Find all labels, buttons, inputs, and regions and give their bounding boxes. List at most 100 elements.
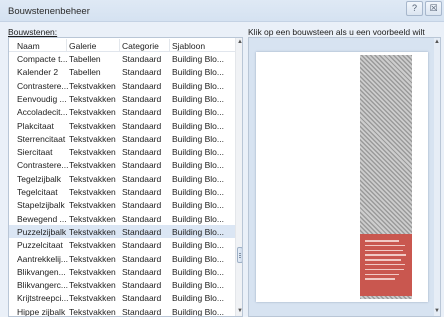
list-item[interactable]: Tegelzijbalk Tekstvakken Standaard Building… xyxy=(9,172,235,186)
list-item[interactable]: Kalender 2 Tabellen Standaard Building Blo.… xyxy=(9,65,235,79)
cell-category: Standaard xyxy=(122,187,162,197)
cell-gallery: Tekstvakken xyxy=(69,266,116,277)
cell-name: Compacte t... xyxy=(17,54,68,64)
cell-name: Tegelzijbalk xyxy=(17,173,61,184)
cell-gallery: Tekstvakken xyxy=(69,160,116,171)
list-header: Naam Galerie Categorie Sjabloon xyxy=(9,38,235,52)
cell-category: Standaard xyxy=(122,160,162,171)
column-header-template[interactable]: Sjabloon xyxy=(172,41,205,51)
cell-name: Eenvoudig ... xyxy=(17,93,67,104)
cell-category: Standaard xyxy=(122,107,162,118)
cell-name: Stapelzijbalk xyxy=(17,200,65,211)
list-item[interactable]: Puzzelzijbalk Tekstvakken Standaard Buildin… xyxy=(9,224,235,239)
help-button[interactable]: ? xyxy=(406,1,423,16)
cell-gallery: Tekstvakken xyxy=(69,80,116,91)
text-line xyxy=(365,244,405,247)
cell-template: Building Blo... xyxy=(172,187,224,197)
cell-gallery: Tekstvakken xyxy=(69,213,116,224)
cell-gallery: Tabellen xyxy=(69,54,101,64)
list-item[interactable]: Plakcitaat Tekstvakken Standaard Building B… xyxy=(9,119,235,133)
cell-template: Building Blo... xyxy=(172,93,224,104)
list-item[interactable]: Stapelzijbalk Tekstvakken Standaard Buildin… xyxy=(9,198,235,212)
cell-template: Building Blo... xyxy=(172,120,224,131)
column-header-category[interactable]: Categorie xyxy=(122,41,159,51)
cell-template: Building Blo... xyxy=(172,160,224,171)
list-item[interactable]: Puzzelcitaat Tekstvakken Standaard Building… xyxy=(9,238,235,252)
cell-category: Standaard xyxy=(122,240,162,251)
scroll-up-arrow-icon[interactable]: ▲ xyxy=(236,38,242,47)
list-item[interactable]: Blikvangen... Tekstvakken Standaard Buildin… xyxy=(9,265,235,279)
cell-name: Tegelcitaat xyxy=(17,187,58,197)
list-item[interactable]: Sterrencitaat Tekstvakken Standaard Buildin… xyxy=(9,132,235,146)
text-line xyxy=(365,254,406,256)
column-separator[interactable] xyxy=(66,39,67,51)
list-item[interactable]: Contrastere... Tekstvakken Standaard Buildi… xyxy=(9,158,235,172)
text-line xyxy=(365,263,405,266)
text-line xyxy=(365,278,395,280)
list-item[interactable]: Blikvangerc... Tekstvakken Standaard Buildi… xyxy=(9,278,235,292)
list-item[interactable]: Aantrekkelij... Tekstvakken Standaard Build… xyxy=(9,252,235,266)
cell-gallery: Tekstvakken xyxy=(69,253,116,264)
column-separator[interactable] xyxy=(169,39,170,51)
window-title: Bouwstenenbeheer xyxy=(8,6,90,17)
list-scrollbar[interactable]: ▲ ▼ xyxy=(235,38,242,316)
cell-category: Standaard xyxy=(122,253,162,264)
text-line xyxy=(365,273,399,276)
cell-gallery: Tabellen xyxy=(69,67,101,78)
cell-name: Siercitaat xyxy=(17,147,53,158)
scroll-down-arrow-icon[interactable]: ▼ xyxy=(434,307,440,316)
scroll-up-arrow-icon[interactable]: ▲ xyxy=(434,38,440,47)
scrollbar-thumb[interactable] xyxy=(237,247,242,263)
cell-category: Standaard xyxy=(122,67,162,78)
list-item[interactable]: Compacte t... Tabellen Standaard Building B… xyxy=(9,52,235,66)
cell-category: Standaard xyxy=(122,93,162,104)
cell-template: Building Blo... xyxy=(172,266,224,277)
cell-name: Bewegend ... xyxy=(17,213,67,224)
grip-line xyxy=(239,255,241,256)
cell-template: Building Blo... xyxy=(172,147,224,158)
column-header-gallery[interactable]: Galerie xyxy=(69,41,96,51)
close-button[interactable]: ☒ xyxy=(425,1,442,16)
cell-category: Standaard xyxy=(122,213,162,224)
list-item[interactable]: Contrastere... Tekstvakken Standaard Buildi… xyxy=(9,79,235,93)
cell-name: Plakcitaat xyxy=(17,120,54,131)
cell-gallery: Tekstvakken xyxy=(69,187,116,197)
cell-category: Standaard xyxy=(122,226,162,237)
cell-template: Building Blo... xyxy=(172,240,224,251)
preview-quote-block xyxy=(360,234,412,296)
list-item[interactable]: Tegelcitaat Tekstvakken Standaard Building … xyxy=(9,185,235,199)
cell-template: Building Blo... xyxy=(172,213,224,224)
column-header-name[interactable]: Naam xyxy=(17,41,40,51)
cell-gallery: Tekstvakken xyxy=(69,226,116,237)
cell-name: Kalender 2 xyxy=(17,67,59,78)
preview-pane: ▲ ▼ xyxy=(248,37,441,317)
cell-name: Krijtstreepci... xyxy=(17,293,69,304)
cell-template: Building Blo... xyxy=(172,173,224,184)
help-icon: ? xyxy=(411,3,417,13)
cell-name: Puzzelzijbalk xyxy=(17,226,67,237)
grip-line xyxy=(239,253,241,254)
list-item[interactable]: Hippe zijbalk Tekstvakken Standaard Buildin… xyxy=(9,305,235,317)
cell-template: Building Blo... xyxy=(172,280,224,291)
list-item[interactable]: Siercitaat Tekstvakken Standaard Building B… xyxy=(9,145,235,159)
building-blocks-list[interactable]: Naam Galerie Categorie Sjabloon Compacte… xyxy=(8,37,243,317)
preview-scrollbar[interactable]: ▲ ▼ xyxy=(434,38,440,316)
scroll-down-arrow-icon[interactable]: ▼ xyxy=(236,307,242,316)
list-item[interactable]: Eenvoudig ... Tekstvakken Standaard Buildin… xyxy=(9,92,235,106)
list-item[interactable]: Accoladecit... Tekstvakken Standaard Buildi… xyxy=(9,105,235,119)
cell-category: Standaard xyxy=(122,80,162,91)
grip-line xyxy=(239,257,241,258)
cell-gallery: Tekstvakken xyxy=(69,107,116,118)
list-item[interactable]: Bewegend ... Tekstvakken Standaard Building… xyxy=(9,212,235,226)
cell-template: Building Blo... xyxy=(172,253,224,264)
list-item[interactable]: Krijtstreepci... Tekstvakken Standaard Buil… xyxy=(9,291,235,305)
cell-category: Standaard xyxy=(122,120,162,131)
title-bar: Bouwstenenbeheer ? ☒ xyxy=(0,0,444,22)
column-separator[interactable] xyxy=(119,39,120,51)
cell-template: Building Blo... xyxy=(172,200,224,211)
cell-template: Building Blo... xyxy=(172,133,224,144)
cell-gallery: Tekstvakken xyxy=(69,120,116,131)
cell-template: Building Blo... xyxy=(172,107,224,118)
cell-category: Standaard xyxy=(122,266,162,277)
cell-name: Hippe zijbalk xyxy=(17,306,66,317)
